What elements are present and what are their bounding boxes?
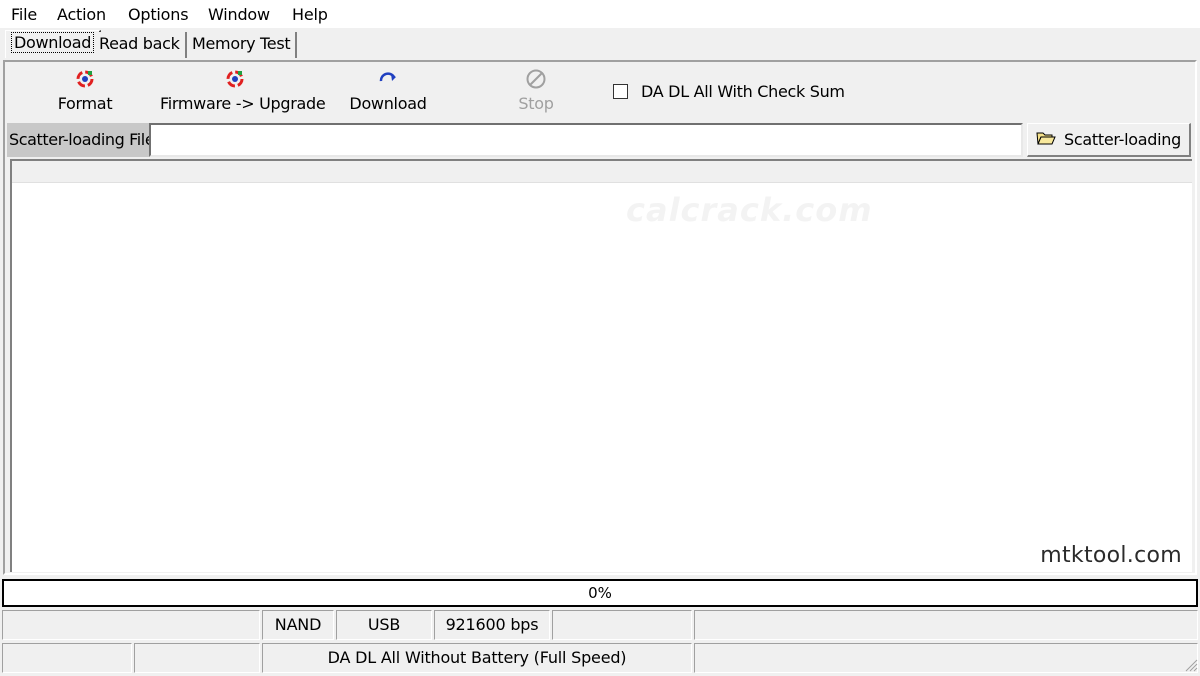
format-button[interactable]: Format — [45, 68, 125, 118]
tab-read-back-label: Read back — [99, 34, 180, 53]
folder-open-icon — [1036, 130, 1056, 150]
status-cell — [694, 610, 1198, 640]
scatter-loading-button[interactable]: Scatter-loading — [1027, 123, 1191, 157]
format-icon — [74, 68, 96, 90]
scatter-file-input[interactable] — [149, 123, 1023, 157]
partition-list[interactable]: calcrack.com mtktool.com — [10, 159, 1192, 572]
status-row-1: NAND USB 921600 bps — [0, 608, 1200, 641]
checksum-checkbox[interactable] — [613, 83, 628, 99]
firmware-upgrade-icon — [224, 68, 246, 90]
partition-list-header — [12, 161, 1192, 183]
tab-memory-test[interactable]: Memory Test — [187, 32, 298, 58]
progress-text: 0% — [588, 584, 612, 602]
status-cell — [2, 610, 260, 640]
scatter-loading-label: Scatter-loading — [1064, 130, 1181, 149]
checksum-label: DA DL All With Check Sum — [641, 81, 845, 101]
status-cell — [134, 643, 260, 673]
menu-action[interactable]: Action — [57, 5, 106, 24]
tab-memory-test-label: Memory Test — [192, 34, 291, 53]
menu-file[interactable]: File — [11, 5, 37, 24]
format-label: Format — [57, 94, 113, 113]
firmware-upgrade-button[interactable]: Firmware -> Upgrade — [160, 68, 326, 118]
menu-help[interactable]: Help — [292, 5, 328, 24]
menu-options[interactable]: Options — [128, 5, 189, 24]
status-connection: USB — [336, 610, 432, 640]
download-icon — [377, 68, 399, 90]
watermark: mtktool.com — [1040, 543, 1182, 568]
tab-strip: Download Read back Memory Test — [0, 28, 1200, 59]
menu-window[interactable]: Window — [208, 5, 270, 24]
checksum-option[interactable]: DA DL All With Check Sum — [613, 80, 845, 102]
status-cell — [2, 643, 132, 673]
scatter-file-label: Scatter-loading File — [7, 123, 155, 157]
download-panel: Format Firmware -> Upgrade Download Stop… — [3, 60, 1197, 575]
status-storage-type: NAND — [262, 610, 334, 640]
status-baud-rate: 921600 bps — [434, 610, 550, 640]
status-row-2: DA DL All Without Battery (Full Speed) — [0, 641, 1200, 674]
download-button[interactable]: Download — [345, 68, 431, 118]
stop-label: Stop — [518, 94, 554, 113]
stop-icon — [525, 68, 547, 90]
tab-read-back[interactable]: Read back — [94, 32, 187, 58]
watermark-faint: calcrack.com — [626, 191, 873, 229]
firmware-upgrade-label: Firmware -> Upgrade — [160, 94, 326, 113]
tab-download-label: Download — [11, 32, 95, 53]
stop-button[interactable]: Stop — [510, 68, 562, 118]
resize-grip-icon[interactable] — [1182, 656, 1198, 672]
status-cell — [552, 610, 692, 640]
menu-bar: File Action Options Window Help — [0, 0, 1200, 28]
download-label: Download — [349, 94, 427, 113]
status-da-mode: DA DL All Without Battery (Full Speed) — [262, 643, 692, 673]
progress-bar: 0% — [2, 579, 1198, 607]
status-cell — [694, 643, 1198, 673]
tab-download[interactable]: Download — [5, 30, 102, 58]
